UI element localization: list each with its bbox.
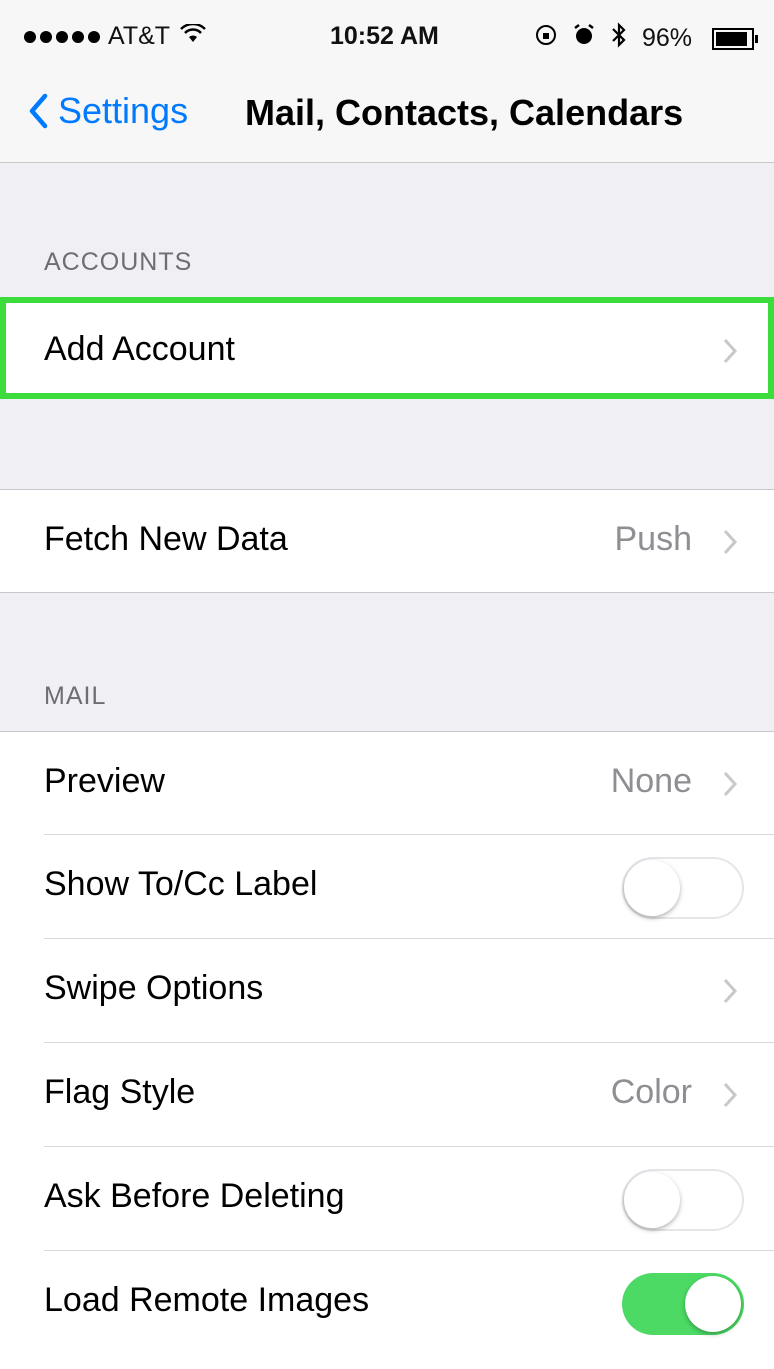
alarm-icon (572, 23, 596, 54)
preview-value: None (610, 762, 692, 800)
wifi-icon (180, 22, 206, 51)
chevron-right-icon (723, 529, 738, 555)
status-bar: AT&T 10:52 AM 96% (0, 0, 774, 72)
toggle-knob (685, 1276, 741, 1332)
back-button-label: Settings (58, 90, 189, 131)
battery-percent: 96% (641, 24, 692, 52)
load-remote-images-toggle[interactable] (622, 1273, 744, 1335)
status-right: 96% (534, 22, 758, 55)
rotation-lock-icon (534, 23, 558, 54)
section-header-accounts: ACCOUNTS (44, 248, 193, 276)
status-time: 10:52 AM (330, 22, 439, 50)
swipe-options-label: Swipe Options (44, 969, 264, 1007)
page-title: Mail, Contacts, Calendars (245, 92, 684, 133)
carrier-label: AT&T (108, 22, 171, 50)
ask-before-deleting-label: Ask Before Deleting (44, 1177, 345, 1215)
chevron-right-icon (723, 771, 738, 797)
chevron-right-icon (723, 1082, 738, 1108)
section-header-mail: MAIL (44, 682, 107, 710)
settings-screen: AT&T 10:52 AM 96% Settings Mail, Contact… (0, 0, 774, 1369)
battery-icon (712, 27, 758, 50)
add-account-cell[interactable]: Add Account (0, 297, 774, 399)
navigation-bar: Settings Mail, Contacts, Calendars (0, 72, 774, 163)
swipe-options-cell[interactable]: Swipe Options (0, 939, 774, 1043)
ask-before-deleting-cell: Ask Before Deleting (0, 1147, 774, 1251)
preview-cell[interactable]: Preview None (0, 731, 774, 835)
back-button[interactable]: Settings (28, 90, 188, 132)
load-remote-images-cell: Load Remote Images (0, 1251, 774, 1369)
load-remote-images-label: Load Remote Images (44, 1281, 370, 1319)
flag-style-label: Flag Style (44, 1073, 196, 1111)
chevron-right-icon (723, 338, 738, 364)
chevron-right-icon (723, 978, 738, 1004)
chevron-left-icon (29, 93, 48, 129)
fetch-new-data-value: Push (614, 520, 693, 558)
flag-style-cell[interactable]: Flag Style Color (0, 1043, 774, 1147)
signal-dots-icon (24, 30, 100, 43)
preview-label: Preview (44, 762, 165, 800)
fetch-new-data-label: Fetch New Data (44, 520, 288, 558)
show-to-cc-label-cell: Show To/Cc Label (0, 835, 774, 939)
add-account-label: Add Account (44, 330, 235, 368)
toggle-knob (624, 1172, 680, 1228)
bluetooth-icon (610, 22, 628, 55)
status-left: AT&T (24, 22, 206, 51)
battery-fill (716, 31, 747, 46)
fetch-new-data-cell[interactable]: Fetch New Data Push (0, 489, 774, 593)
show-to-cc-label: Show To/Cc Label (44, 865, 318, 903)
ask-before-deleting-toggle[interactable] (622, 1169, 744, 1231)
toggle-knob (624, 860, 680, 916)
show-to-cc-toggle[interactable] (622, 857, 744, 919)
flag-style-value: Color (610, 1073, 692, 1111)
